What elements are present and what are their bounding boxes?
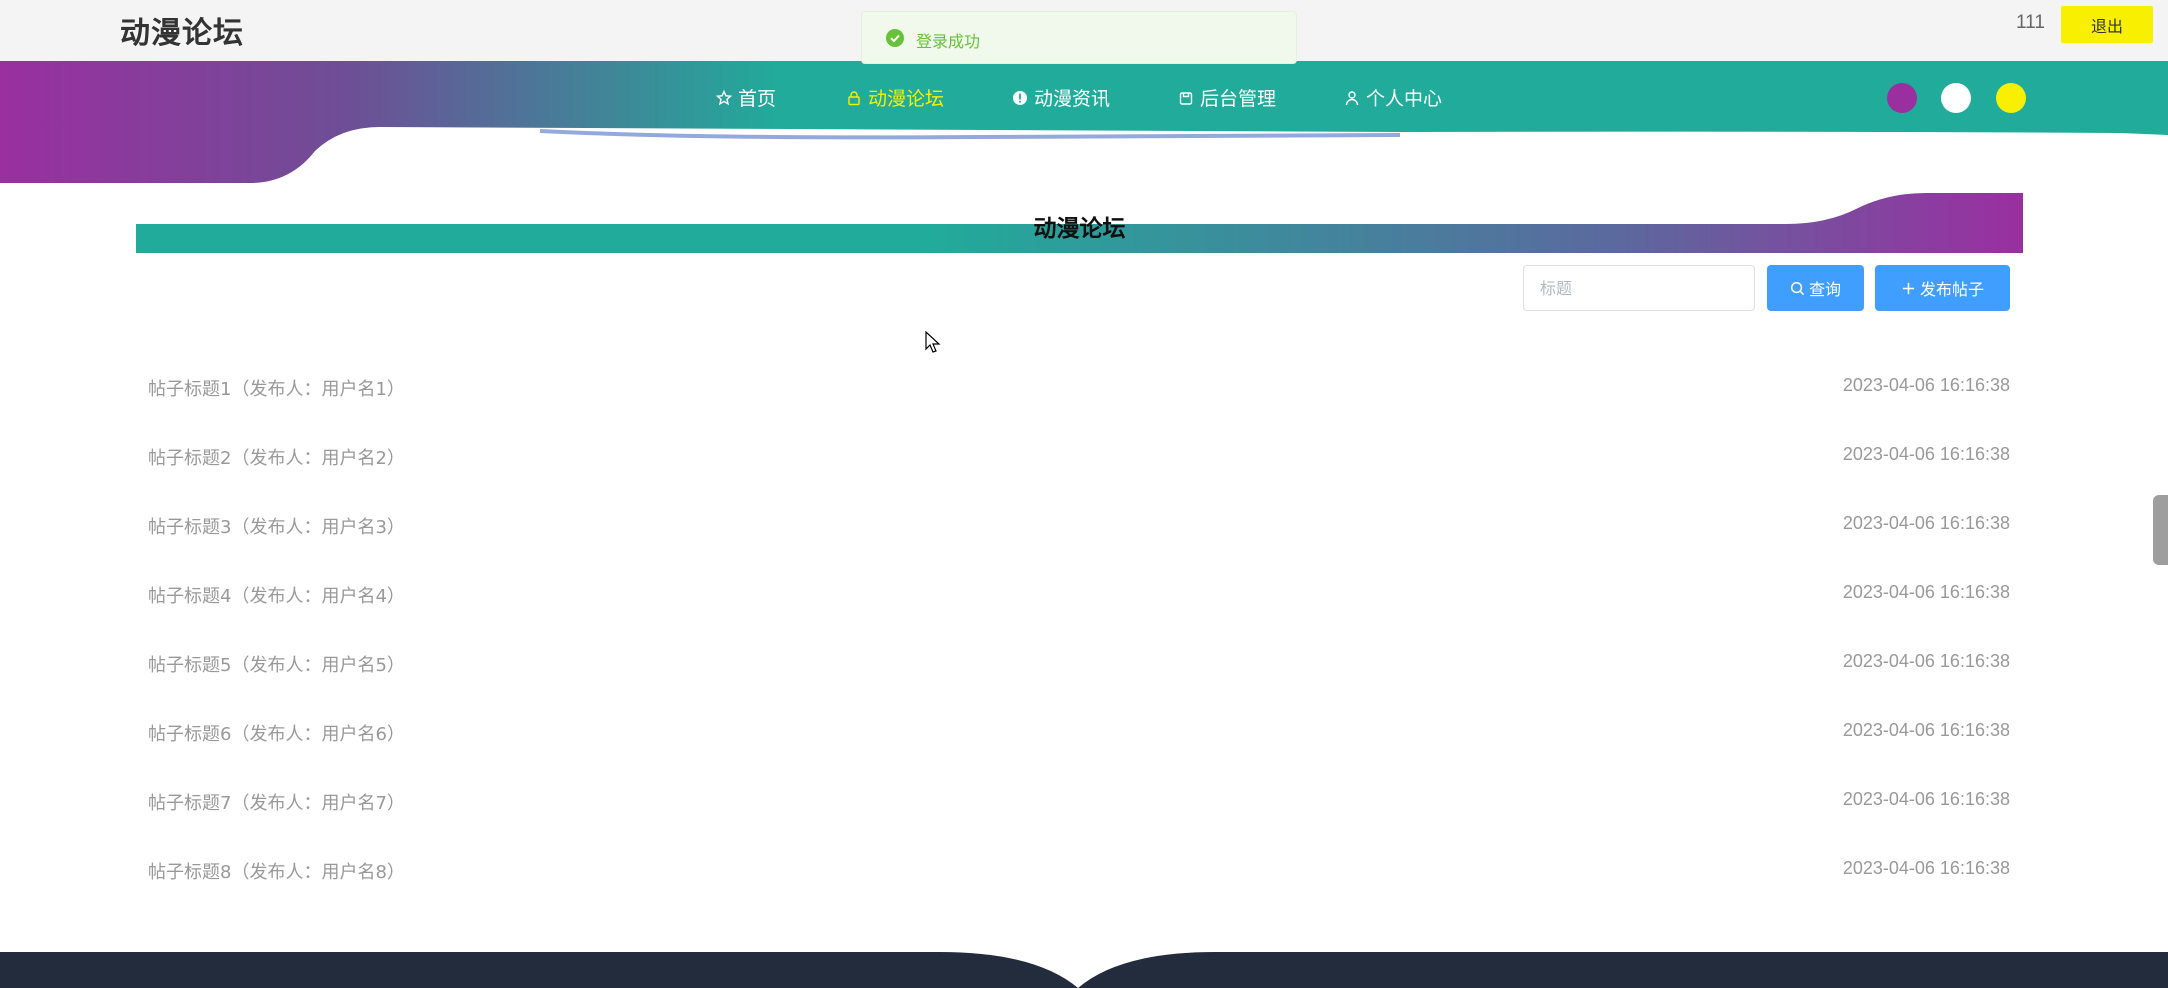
- search-icon: [1790, 281, 1805, 295]
- nav-item-news[interactable]: 动漫资讯: [1012, 84, 1110, 111]
- logout-button[interactable]: 退出: [2061, 6, 2153, 43]
- post-title: 帖子标题6（发布人：用户名6）: [148, 724, 405, 745]
- query-button-label: 查询: [1808, 280, 1841, 299]
- scrollbar-thumb[interactable]: [2153, 495, 2168, 565]
- post-time: 2023-04-06 16:16:38: [1842, 789, 2010, 809]
- briefcase-icon: [1179, 91, 1193, 105]
- post-title: 帖子标题2（发布人：用户名2）: [148, 448, 405, 469]
- post-row[interactable]: 帖子标题8（发布人：用户名8） 2023-04-06 16:16:38: [148, 848, 2010, 917]
- footer: [0, 952, 2168, 988]
- query-button[interactable]: 查询: [1767, 265, 1864, 311]
- post-time: 2023-04-06 16:16:38: [1842, 582, 2010, 602]
- nav-label: 个人中心: [1366, 88, 1443, 110]
- post-time: 2023-04-06 16:16:38: [1842, 651, 2010, 671]
- post-row[interactable]: 帖子标题4（发布人：用户名4） 2023-04-06 16:16:38: [148, 572, 2010, 641]
- create-post-button[interactable]: 发布帖子: [1875, 265, 2010, 311]
- post-title: 帖子标题8（发布人：用户名8）: [148, 862, 405, 883]
- plus-icon: [1902, 282, 1915, 294]
- create-post-label: 发布帖子: [1919, 280, 1984, 299]
- nav-label: 动漫论坛: [868, 88, 945, 110]
- info-icon: [1013, 90, 1027, 105]
- nav-label: 首页: [738, 88, 777, 110]
- user-icon: [1345, 90, 1359, 105]
- nav-item-home[interactable]: 首页: [716, 84, 776, 111]
- success-check-icon: [886, 29, 904, 47]
- nav-item-admin[interactable]: 后台管理: [1178, 84, 1276, 111]
- lock-icon: [848, 90, 860, 105]
- post-time: 2023-04-06 16:16:38: [1842, 444, 2010, 464]
- section-title: 动漫论坛: [1033, 216, 1126, 242]
- post-title: 帖子标题5（发布人：用户名5）: [148, 655, 405, 676]
- post-title: 帖子标题1（发布人：用户名1）: [148, 379, 405, 400]
- site-title: 动漫论坛: [120, 16, 244, 51]
- post-row[interactable]: 帖子标题1（发布人：用户名1） 2023-04-06 16:16:38: [148, 365, 2010, 434]
- theme-white-dot[interactable]: [1941, 83, 1971, 113]
- post-row[interactable]: 帖子标题2（发布人：用户名2） 2023-04-06 16:16:38: [148, 434, 2010, 503]
- success-toast: 登录成功: [861, 11, 1297, 64]
- post-row[interactable]: 帖子标题3（发布人：用户名3） 2023-04-06 16:16:38: [148, 503, 2010, 572]
- post-list: 帖子标题1（发布人：用户名1） 2023-04-06 16:16:38 帖子标题…: [148, 365, 2010, 917]
- nav-label: 动漫资讯: [1034, 88, 1111, 110]
- nav-item-profile[interactable]: 个人中心: [1344, 84, 1442, 111]
- section-header: 动漫论坛: [136, 191, 2023, 253]
- post-title: 帖子标题4（发布人：用户名4）: [148, 586, 405, 607]
- nav-label: 后台管理: [1200, 88, 1277, 110]
- nav-item-forum[interactable]: 动漫论坛: [846, 84, 944, 111]
- post-row[interactable]: 帖子标题5（发布人：用户名5） 2023-04-06 16:16:38: [148, 641, 2010, 710]
- theme-yellow-dot[interactable]: [1996, 83, 2026, 113]
- theme-purple-dot[interactable]: [1887, 83, 1917, 113]
- post-title: 帖子标题7（发布人：用户名7）: [148, 793, 405, 814]
- post-time: 2023-04-06 16:16:38: [1842, 858, 2010, 878]
- post-time: 2023-04-06 16:16:38: [1842, 720, 2010, 740]
- post-time: 2023-04-06 16:16:38: [1842, 513, 2010, 533]
- post-time: 2023-04-06 16:16:38: [1842, 375, 2010, 395]
- star-icon: [716, 89, 732, 105]
- post-row[interactable]: 帖子标题6（发布人：用户名6） 2023-04-06 16:16:38: [148, 710, 2010, 779]
- toast-message: 登录成功: [916, 32, 981, 51]
- user-name: 111: [2016, 12, 2045, 33]
- main-nav: 首页 动漫论坛 动漫资讯 后台管理 个人中心: [0, 61, 2168, 132]
- title-search-input[interactable]: [1523, 265, 1755, 311]
- mouse-cursor-icon: [925, 331, 941, 353]
- post-row[interactable]: 帖子标题7（发布人：用户名7） 2023-04-06 16:16:38: [148, 779, 2010, 848]
- post-title: 帖子标题3（发布人：用户名3）: [148, 517, 405, 538]
